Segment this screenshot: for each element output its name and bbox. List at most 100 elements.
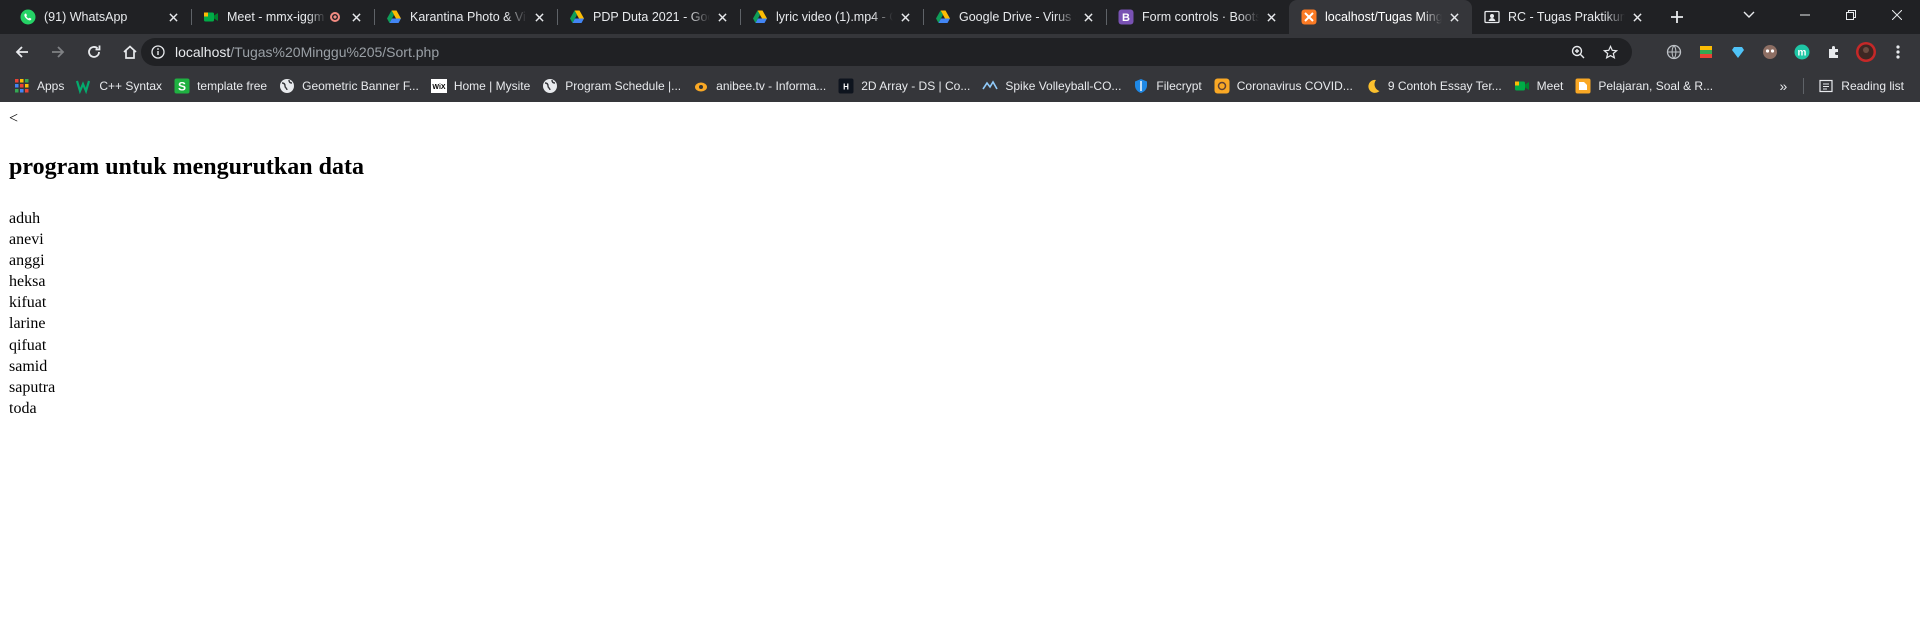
close-window-button[interactable] <box>1874 0 1920 30</box>
reading-list-icon <box>1818 78 1834 94</box>
tab-title: Form controls · Bootst <box>1142 10 1259 24</box>
close-icon <box>717 12 727 22</box>
tab-6[interactable]: Google Drive - Virus s <box>923 0 1106 34</box>
zoom-button[interactable] <box>1562 38 1594 66</box>
tab-4[interactable]: PDP Duta 2021 - Goog <box>557 0 740 34</box>
bookmark-item[interactable]: Program Schedule |... <box>538 74 689 98</box>
browser-menu-button[interactable] <box>1882 34 1914 70</box>
extension-globe[interactable] <box>1658 34 1690 70</box>
forward-button[interactable] <box>44 38 72 66</box>
bootstrap-icon: B <box>1118 9 1134 25</box>
list-item: saputra <box>9 378 56 396</box>
close-tab-button[interactable] <box>348 9 364 25</box>
info-icon[interactable] <box>151 45 165 59</box>
reading-list-button[interactable]: Reading list <box>1814 74 1912 98</box>
hackerrank-icon: H <box>838 78 854 94</box>
tab-2[interactable]: Meet - mmx-iggm <box>191 0 374 34</box>
close-tab-button[interactable] <box>714 9 730 25</box>
bookmark-item[interactable]: Stemplate free <box>170 74 275 98</box>
close-tab-button[interactable] <box>531 9 547 25</box>
tab-1[interactable]: (91) WhatsApp <box>8 0 191 34</box>
close-icon <box>1266 12 1276 22</box>
bookmark-item[interactable]: Meet <box>1510 74 1572 98</box>
url-path: /Tugas%20Minggu%205/Sort.php <box>230 44 440 60</box>
tab-title: PDP Duta 2021 - Goog <box>593 10 710 24</box>
address-bar[interactable]: localhost/Tugas%20Minggu%205/Sort.php <box>141 38 1632 66</box>
bookmark-label: Home | Mysite <box>453 79 531 93</box>
arrow-left-icon <box>15 46 28 58</box>
bookmark-item[interactable]: Filecrypt <box>1129 74 1209 98</box>
page-title: program untuk mengurutkan data <box>9 154 364 180</box>
close-icon <box>1632 12 1642 22</box>
bookmark-item[interactable]: Pelajaran, Soal & R... <box>1571 74 1721 98</box>
new-tab-button[interactable] <box>1663 3 1691 31</box>
extension-stack[interactable] <box>1690 34 1722 70</box>
close-icon <box>1449 12 1459 22</box>
bookmark-star-button[interactable] <box>1594 38 1626 66</box>
bookmark-label: Spike Volleyball-CO... <box>1005 79 1122 93</box>
restore-button[interactable] <box>1828 0 1874 30</box>
google-drive-icon <box>569 9 585 25</box>
tab-search-button[interactable] <box>1726 0 1772 30</box>
reading-list-label: Reading list <box>1841 79 1904 93</box>
moon-icon <box>1365 78 1381 94</box>
list-item: anevi <box>9 231 44 249</box>
tab-title: RC - Tugas Praktikum <box>1508 10 1625 24</box>
tab-title: Meet - mmx-iggm <box>227 10 325 24</box>
bookmark-item[interactable]: 9 Contoh Essay Ter... <box>1361 74 1510 98</box>
m-circle-icon: m <box>1794 44 1810 60</box>
profile-avatar[interactable] <box>1850 34 1882 70</box>
extension-diamond[interactable] <box>1722 34 1754 70</box>
bookmark-item[interactable]: anibee.tv - Informa... <box>689 74 834 98</box>
bookmark-item[interactable]: Coronavirus COVID... <box>1210 74 1361 98</box>
tab-strip: (91) WhatsApp Meet - mmx-iggm Karantina Ph… <box>0 0 1920 34</box>
anibee-icon <box>693 78 709 94</box>
close-icon <box>351 12 361 22</box>
back-button[interactable] <box>8 38 36 66</box>
close-tab-button[interactable] <box>165 9 181 25</box>
close-tab-button[interactable] <box>897 9 913 25</box>
tab-title: (91) WhatsApp <box>44 10 128 24</box>
extension-face[interactable] <box>1754 34 1786 70</box>
bookmark-label: Pelajaran, Soal & R... <box>1598 79 1714 93</box>
close-tab-button[interactable] <box>1080 9 1096 25</box>
list-item: larine <box>9 315 46 333</box>
reload-button[interactable] <box>80 38 108 66</box>
home-button[interactable] <box>116 38 144 66</box>
tab-9[interactable]: RC - Tugas Praktikum <box>1472 0 1655 34</box>
tab-list: (91) WhatsApp Meet - mmx-iggm Karantina Ph… <box>0 0 1655 34</box>
bookmark-label: template free <box>197 79 268 93</box>
sorted-name-list: aduh anevi anggi heksa kifuat larine qifuat sam… <box>9 208 55 419</box>
back-link[interactable]: < <box>9 110 18 128</box>
bookmarks-separator <box>1803 78 1805 94</box>
google-drive-icon <box>386 9 402 25</box>
url-text[interactable]: localhost/Tugas%20Minggu%205/Sort.php <box>175 44 439 60</box>
minimize-button[interactable] <box>1782 0 1828 30</box>
tab-8[interactable]: localhost/Tugas Minggu <box>1289 0 1472 34</box>
tab-3[interactable]: Karantina Photo & Vid <box>374 0 557 34</box>
tab-title: localhost/Tugas Minggu <box>1325 10 1442 24</box>
bookmark-item[interactable]: WiX Home | Mysite <box>427 74 538 98</box>
bookmark-item[interactable]: C++ Syntax <box>72 74 170 98</box>
avatar-icon <box>1856 42 1876 62</box>
restore-icon <box>1846 10 1856 20</box>
minimize-icon <box>1800 14 1810 16</box>
bookmarks-overflow-button[interactable]: » <box>1774 78 1794 94</box>
bookmark-item[interactable]: Geometric Banner F... <box>275 74 427 98</box>
tab-title: Google Drive - Virus s <box>959 10 1076 24</box>
extension-m[interactable]: m <box>1786 34 1818 70</box>
extensions-button[interactable] <box>1818 34 1850 70</box>
bookmark-label: C++ Syntax <box>99 79 163 93</box>
bookmark-item[interactable]: Spike Volleyball-CO... <box>978 74 1129 98</box>
close-tab-button[interactable] <box>1263 9 1279 25</box>
classroom-icon <box>1484 9 1500 25</box>
bookmark-item[interactable]: Apps <box>10 74 72 98</box>
bookmark-label: Program Schedule |... <box>565 79 682 93</box>
tab-5[interactable]: lyric video (1).mp4 - G <box>740 0 923 34</box>
tab-7[interactable]: B Form controls · Bootst <box>1106 0 1289 34</box>
bookmark-label: Filecrypt <box>1156 79 1202 93</box>
bookmark-label: 2D Array - DS | Co... <box>861 79 971 93</box>
close-tab-button[interactable] <box>1446 9 1462 25</box>
bookmark-item[interactable]: H 2D Array - DS | Co... <box>834 74 978 98</box>
close-tab-button[interactable] <box>1629 9 1645 25</box>
